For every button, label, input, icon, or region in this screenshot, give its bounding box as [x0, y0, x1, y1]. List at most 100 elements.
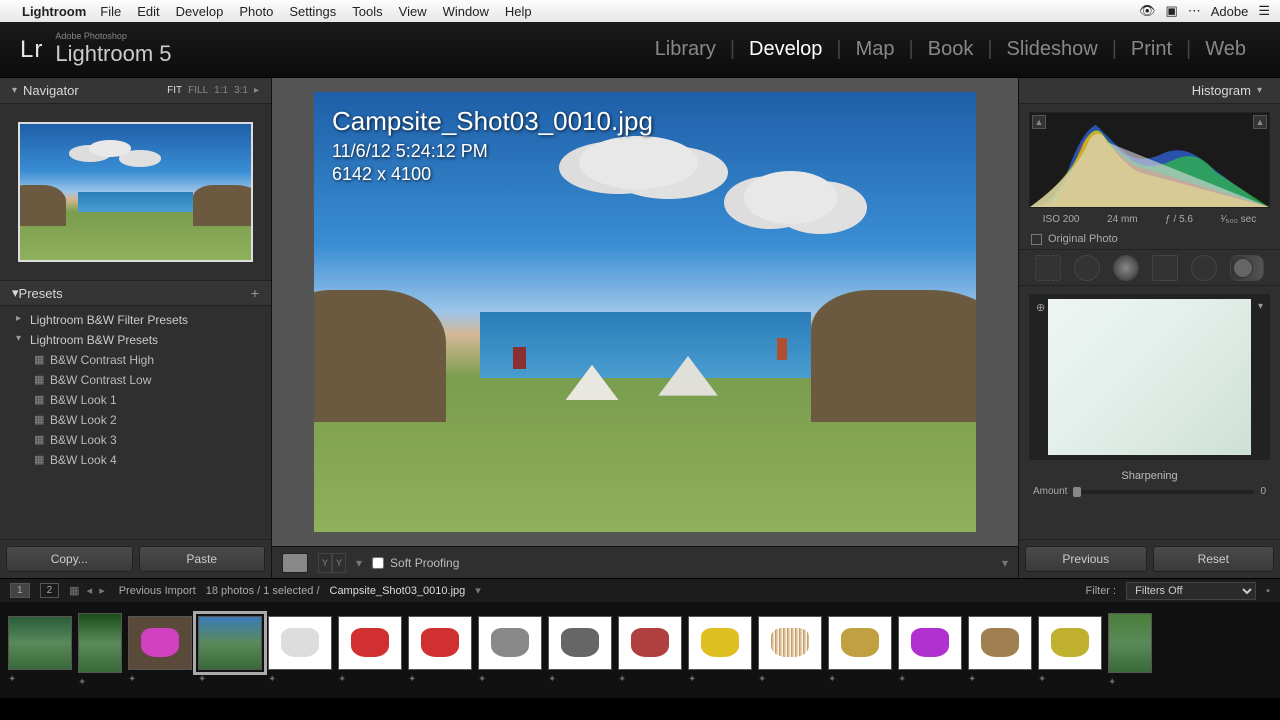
histogram-title: Histogram — [1192, 83, 1251, 98]
filmstrip-thumb[interactable]: ✦ — [688, 616, 752, 685]
module-develop[interactable]: Develop — [735, 38, 836, 61]
menu-tools[interactable]: Tools — [352, 4, 382, 19]
menu-develop[interactable]: Develop — [176, 4, 224, 19]
before-after-button[interactable]: YY — [318, 553, 346, 573]
preset-item[interactable]: B&W Look 1 — [0, 390, 271, 410]
highlight-clip-icon[interactable]: ▲ — [1253, 115, 1267, 129]
filmstrip-thumb[interactable]: ✦ — [548, 616, 612, 685]
histogram[interactable]: ▲ ▲ — [1029, 112, 1270, 208]
soft-proofing-checkbox[interactable] — [372, 557, 384, 569]
grid-view-icon[interactable]: ▦ — [69, 585, 79, 597]
crop-tool[interactable] — [1035, 255, 1061, 281]
zoom-fit[interactable]: FIT — [167, 85, 182, 96]
menu-view[interactable]: View — [399, 4, 427, 19]
selected-filename[interactable]: Campsite_Shot03_0010.jpg — [330, 585, 466, 597]
zoom-3to1[interactable]: 3:1 — [234, 85, 248, 96]
menu-file[interactable]: File — [100, 4, 121, 19]
original-photo-checkbox[interactable] — [1031, 234, 1042, 245]
zoom-1to1[interactable]: 1:1 — [214, 85, 228, 96]
module-book[interactable]: Book — [914, 38, 988, 61]
detail-collapse-icon[interactable]: ▾ — [1258, 301, 1263, 312]
module-slideshow[interactable]: Slideshow — [993, 38, 1112, 61]
preset-item[interactable]: B&W Contrast Low — [0, 370, 271, 390]
detail-picker-icon[interactable]: ⊕ — [1036, 301, 1045, 314]
graduated-filter-tool[interactable] — [1152, 255, 1178, 281]
menu-edit[interactable]: Edit — [137, 4, 159, 19]
module-map[interactable]: Map — [842, 38, 909, 61]
preset-item[interactable]: B&W Look 3 — [0, 430, 271, 450]
filmstrip-thumb[interactable]: ✦ — [198, 616, 262, 685]
filmstrip[interactable]: ✦✦✦✦✦✦✦✦✦✦✦✦✦✦✦✦✦ — [0, 602, 1280, 698]
soft-proofing-label: Soft Proofing — [390, 556, 459, 570]
list-icon[interactable]: ☰ — [1258, 3, 1270, 19]
app-menu[interactable]: Lightroom — [22, 4, 86, 19]
nav-forward-icon[interactable]: ▸ — [99, 585, 105, 597]
filmstrip-thumb[interactable]: ✦ — [478, 616, 542, 685]
preset-folder[interactable]: Lightroom B&W Filter Presets — [0, 310, 271, 330]
navigator-header[interactable]: ▾ Navigator FIT FILL 1:1 3:1 ▸ — [0, 78, 271, 104]
left-panel: ▾ Navigator FIT FILL 1:1 3:1 ▸ ▾ Presets… — [0, 78, 272, 578]
filmstrip-thumb[interactable]: ✦ — [1038, 616, 1102, 685]
toolbar-dropdown-icon[interactable]: ▾ — [1002, 556, 1008, 570]
preset-item[interactable]: B&W Contrast High — [0, 350, 271, 370]
filename-dropdown-icon[interactable]: ▾ — [475, 584, 481, 597]
menu-window[interactable]: Window — [443, 4, 489, 19]
preset-item[interactable]: B&W Look 2 — [0, 410, 271, 430]
navigator-preview[interactable] — [0, 104, 271, 280]
filmstrip-thumb[interactable]: ✦ — [898, 616, 962, 685]
preset-item[interactable]: B&W Look 4 — [0, 450, 271, 470]
filmstrip-thumb[interactable]: ✦ — [268, 616, 332, 685]
filmstrip-thumb[interactable]: ✦ — [618, 616, 682, 685]
main-image-canvas[interactable]: Campsite_Shot03_0010.jpg 11/6/12 5:24:12… — [314, 92, 976, 532]
shadow-clip-icon[interactable]: ▲ — [1032, 115, 1046, 129]
add-preset-button[interactable]: + — [251, 285, 259, 301]
filmstrip-thumb[interactable]: ✦ — [408, 616, 472, 685]
histo-shutter: ¹⁄₅₀₀ sec — [1221, 214, 1257, 225]
reset-button[interactable]: Reset — [1153, 546, 1275, 572]
photo-count: 18 photos / 1 selected / — [206, 585, 320, 597]
filmstrip-thumb[interactable]: ✦ — [338, 616, 402, 685]
module-web[interactable]: Web — [1191, 38, 1260, 61]
loupe-view-button[interactable] — [282, 553, 308, 573]
nav-back-icon[interactable]: ◂ — [87, 585, 93, 597]
filmstrip-thumb[interactable]: ✦ — [758, 616, 822, 685]
sync-status-icon[interactable]: ▣ — [1165, 3, 1177, 19]
zoom-dropdown-icon[interactable]: ▸ — [254, 85, 259, 96]
detail-preview[interactable]: ⊕ ▾ — [1029, 294, 1270, 460]
preset-folder[interactable]: Lightroom B&W Presets — [0, 330, 271, 350]
cloud-status-icon[interactable]: 👁 — [1139, 3, 1156, 19]
before-after-dropdown-icon[interactable]: ▾ — [356, 556, 362, 570]
filmstrip-thumb[interactable]: ✦ — [1108, 613, 1152, 688]
amount-slider[interactable] — [1073, 490, 1254, 494]
primary-monitor-button[interactable]: 1 — [10, 583, 30, 598]
histo-aperture: ƒ / 5.6 — [1165, 214, 1193, 225]
filmstrip-thumb[interactable]: ✦ — [78, 613, 122, 688]
redeye-tool[interactable] — [1113, 255, 1139, 281]
copy-button[interactable]: Copy... — [6, 546, 133, 572]
overlay-filename: Campsite_Shot03_0010.jpg — [332, 106, 653, 137]
collapse-icon[interactable]: ▾ — [1257, 85, 1262, 96]
zoom-fill[interactable]: FILL — [188, 85, 208, 96]
previous-button[interactable]: Previous — [1025, 546, 1147, 572]
secondary-monitor-button[interactable]: 2 — [40, 583, 60, 598]
collapse-icon[interactable]: ▾ — [12, 85, 17, 96]
presets-header[interactable]: ▾ Presets + — [0, 280, 271, 306]
filmstrip-thumb[interactable]: ✦ — [8, 616, 72, 685]
source-label[interactable]: Previous Import — [119, 585, 196, 597]
filmstrip-thumb[interactable]: ✦ — [968, 616, 1032, 685]
filmstrip-thumb[interactable]: ✦ — [828, 616, 892, 685]
filter-lock-icon[interactable]: ▪ — [1266, 585, 1270, 597]
adjustment-brush-tool[interactable] — [1230, 255, 1264, 281]
histogram-header[interactable]: Histogram ▾ — [1019, 78, 1280, 104]
paste-button[interactable]: Paste — [139, 546, 266, 572]
filter-select[interactable]: Filters Off — [1126, 582, 1256, 600]
menu-help[interactable]: Help — [505, 4, 532, 19]
filmstrip-thumb[interactable]: ✦ — [128, 616, 192, 685]
radial-filter-tool[interactable] — [1191, 255, 1217, 281]
more-icon[interactable]: ⋯ — [1188, 3, 1201, 19]
module-library[interactable]: Library — [641, 38, 730, 61]
module-print[interactable]: Print — [1117, 38, 1186, 61]
menu-settings[interactable]: Settings — [289, 4, 336, 19]
menu-photo[interactable]: Photo — [239, 4, 273, 19]
spot-removal-tool[interactable] — [1074, 255, 1100, 281]
